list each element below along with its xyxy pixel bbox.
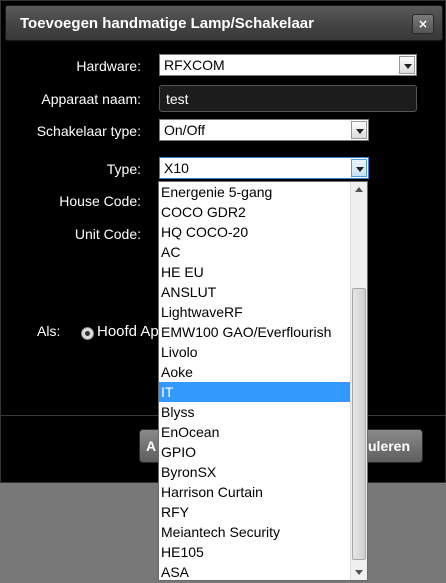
als-label: Als: (37, 323, 61, 339)
dropdown-options: Energenie 5-gang COCO GDR2 HQ COCO-20 AC HE … (159, 182, 351, 580)
add-button-label: A (146, 438, 157, 454)
house-code-label: House Code: (59, 193, 141, 209)
scroll-down-icon[interactable] (351, 564, 367, 580)
cancel-button[interactable]: uleren (363, 429, 423, 463)
dropdown-option[interactable]: Aoke (159, 362, 351, 382)
switch-type-select[interactable]: On/Off (159, 119, 369, 141)
dropdown-option[interactable]: LightwaveRF (159, 302, 351, 322)
hardware-value: RFXCOM (164, 57, 225, 73)
type-dropdown-list[interactable]: Energenie 5-gang COCO GDR2 HQ COCO-20 AC HE … (158, 181, 368, 581)
type-label: Type: (106, 161, 141, 177)
device-name-input[interactable]: test (159, 85, 417, 112)
dropdown-option[interactable]: AC (159, 242, 351, 262)
dropdown-option[interactable]: GPIO (159, 442, 351, 462)
scroll-up-icon[interactable] (351, 182, 367, 198)
close-icon: × (417, 17, 429, 31)
scroll-thumb[interactable] (352, 288, 366, 560)
device-name-label: Apparaat naam: (41, 91, 141, 107)
chevron-down-icon (351, 159, 367, 177)
dialog-title: Toevoegen handmatige Lamp/Schakelaar (20, 15, 314, 32)
dropdown-option[interactable]: RFY (159, 502, 351, 522)
dropdown-option[interactable]: EnOcean (159, 422, 351, 442)
hardware-select[interactable]: RFXCOM (159, 54, 417, 76)
dropdown-option[interactable]: Livolo (159, 342, 351, 362)
dropdown-option[interactable]: HQ COCO-20 (159, 222, 351, 242)
chevron-down-icon (351, 121, 367, 139)
switch-type-label: Schakelaar type: (36, 123, 141, 139)
dropdown-option[interactable]: COCO GDR2 (159, 202, 351, 222)
hardware-label: Hardware: (76, 58, 141, 74)
dropdown-option[interactable]: Blyss (159, 402, 351, 422)
cancel-button-label: uleren (368, 438, 411, 454)
dropdown-option[interactable]: Harrison Curtain (159, 482, 351, 502)
dropdown-scrollbar[interactable] (350, 182, 367, 580)
type-value: X10 (164, 160, 189, 176)
close-button[interactable]: × (412, 14, 434, 34)
dropdown-option[interactable]: HE105 (159, 542, 351, 562)
dialog-titlebar: Toevoegen handmatige Lamp/Schakelaar × (5, 5, 443, 41)
dropdown-option[interactable]: Meiantech Security (159, 522, 351, 542)
unit-code-label: Unit Code: (74, 226, 141, 242)
dropdown-option[interactable]: EMW100 GAO/Everflourish (159, 322, 351, 342)
main-device-radio-label: Hoofd Ap (97, 323, 159, 340)
dropdown-option[interactable]: ByronSX (159, 462, 351, 482)
dropdown-option[interactable]: Energenie 5-gang (159, 182, 351, 202)
dropdown-option[interactable]: IT (159, 382, 351, 402)
switch-type-value: On/Off (164, 122, 205, 138)
dropdown-option[interactable]: ASA (159, 562, 351, 580)
main-device-radio[interactable] (81, 327, 94, 340)
dropdown-option[interactable]: HE EU (159, 262, 351, 282)
dropdown-option[interactable]: ANSLUT (159, 282, 351, 302)
type-select[interactable]: X10 (159, 157, 369, 179)
chevron-down-icon (399, 56, 415, 74)
